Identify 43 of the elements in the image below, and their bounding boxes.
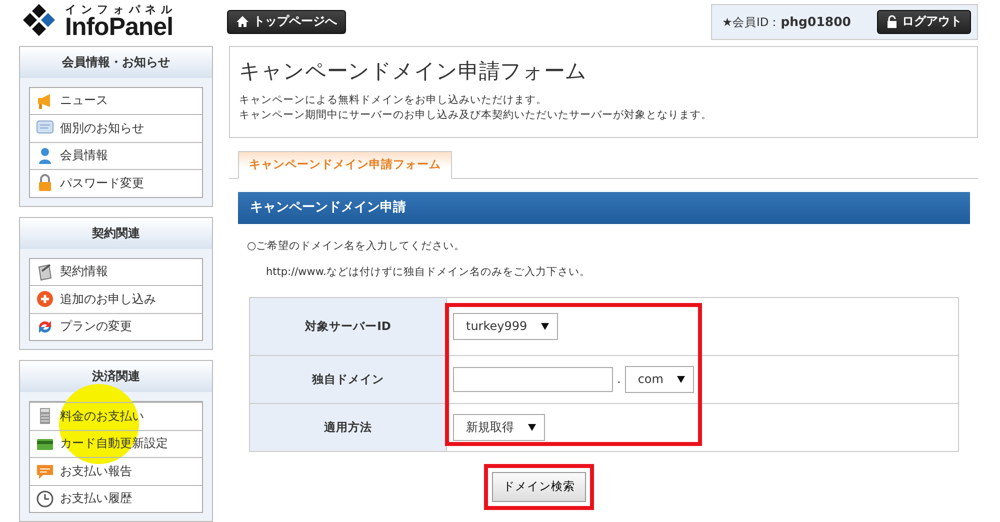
instruction-text: http://www.などは付けずに独自ドメイン名のみをご入力下さい。 bbox=[266, 264, 592, 278]
domain-input-field[interactable] bbox=[453, 366, 613, 392]
logo-wordmark: InfoPanel bbox=[65, 14, 174, 40]
sidebar-link[interactable]: 追加のお申し込み bbox=[30, 285, 202, 312]
dot-separator: . bbox=[617, 372, 621, 386]
panel-heading: 決済関連 bbox=[20, 361, 212, 392]
form-label: 適用方法 bbox=[250, 404, 447, 450]
panel-heading: 会員情報・お知らせ bbox=[20, 46, 212, 78]
sidebar-link[interactable]: お支払い報告 bbox=[30, 457, 202, 484]
sidebar-link[interactable]: パスワード変更 bbox=[30, 169, 202, 196]
sidebar-link[interactable]: 契約情報 bbox=[30, 258, 202, 285]
dropdown-arrow-icon bbox=[541, 322, 550, 330]
sidebar-link[interactable]: 会員情報 bbox=[30, 142, 202, 169]
instruction-text: ○ご希望のドメイン名を入力してください。 bbox=[247, 238, 466, 252]
dropdown[interactable]: 新規取得 bbox=[453, 414, 545, 440]
speech-bubble-icon bbox=[36, 462, 54, 480]
form-label: 独自ドメイン bbox=[250, 356, 447, 402]
panel-heading: 契約関連 bbox=[20, 218, 212, 248]
clock-icon bbox=[36, 490, 54, 508]
sidebar-link[interactable]: 個別のお知らせ bbox=[30, 114, 202, 142]
home-icon bbox=[236, 15, 249, 28]
section-heading: キャンペーンドメイン申請 bbox=[238, 192, 970, 224]
person-icon bbox=[36, 146, 54, 165]
page-title: キャンペーンドメイン申請フォーム bbox=[239, 58, 588, 84]
form-label: 対象サーバーID bbox=[250, 298, 447, 354]
member-id: ★会員ID：phg01800 bbox=[722, 14, 851, 30]
intro-text: キャンペーンによる無料ドメインをお申し込みいただけます。 bbox=[239, 92, 548, 108]
plus-icon bbox=[36, 290, 54, 308]
padlock-icon bbox=[36, 174, 54, 192]
dropdown[interactable]: com bbox=[624, 366, 694, 392]
padlock-icon bbox=[886, 15, 898, 28]
sidebar-link[interactable]: ニュース bbox=[30, 88, 202, 114]
dropdown-arrow-icon bbox=[677, 376, 686, 382]
logout-button[interactable]: ログアウト bbox=[877, 10, 971, 34]
sidebar-link[interactable]: プランの変更 bbox=[30, 312, 202, 340]
document-icon bbox=[36, 262, 54, 281]
dropdown-arrow-icon bbox=[528, 424, 536, 430]
sidebar-link[interactable]: お支払い履歴 bbox=[30, 484, 202, 512]
domain-search-button[interactable]: ドメイン検索 bbox=[492, 472, 586, 502]
logo-kana: インフォパネル bbox=[65, 4, 177, 15]
intro-text: キャンペーン期間中にサーバーのお申し込み及び本契約いただいたサーバーが対象となります。 bbox=[239, 108, 713, 122]
dropdown[interactable]: turkey999 bbox=[453, 312, 558, 340]
top-page-button[interactable]: トップページへ bbox=[227, 10, 346, 34]
